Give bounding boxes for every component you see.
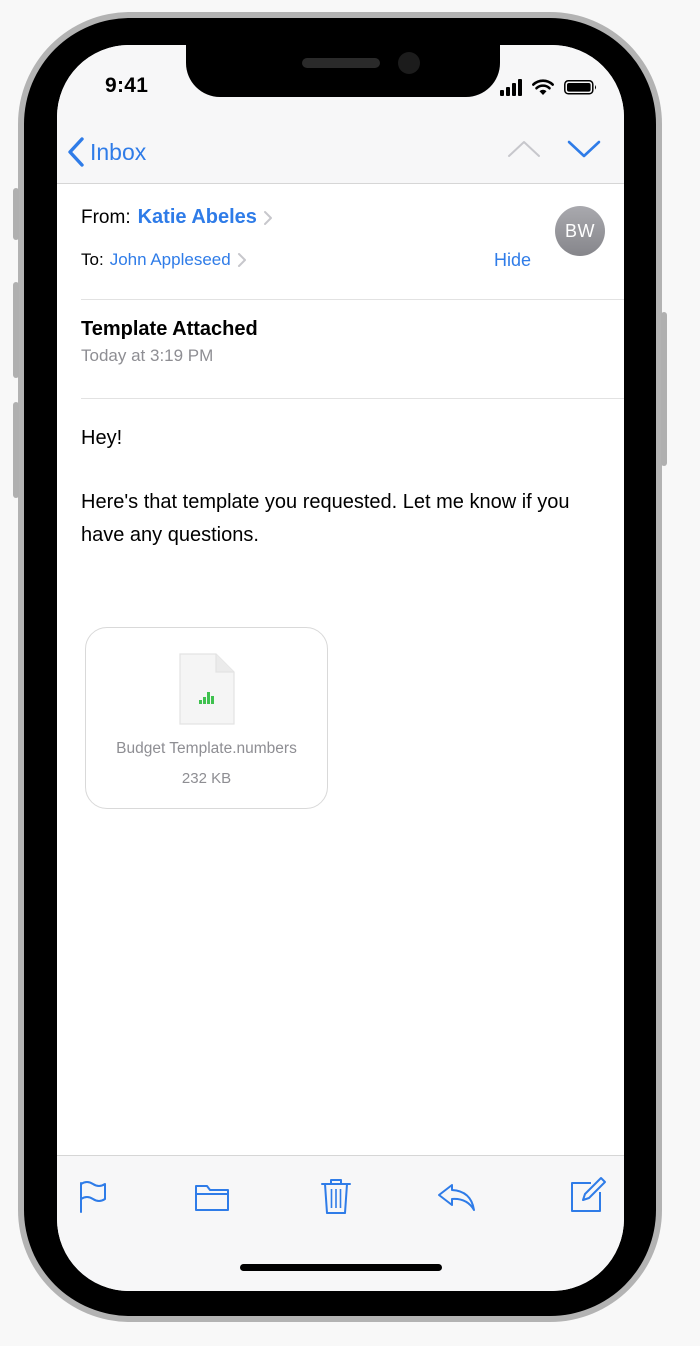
- hide-details-link[interactable]: Hide: [494, 250, 531, 271]
- from-label: From:: [81, 206, 131, 228]
- battery-icon: [564, 80, 596, 95]
- header-divider: [81, 299, 624, 300]
- folder-icon[interactable]: [194, 1180, 230, 1212]
- back-to-inbox-button[interactable]: Inbox: [67, 135, 146, 169]
- bottom-toolbar: [57, 1155, 624, 1291]
- chevron-right-icon: [263, 210, 272, 225]
- numbers-file-icon: [179, 653, 235, 725]
- navigation-bar: Inbox: [57, 97, 624, 184]
- attachment-file-size: 232 KB: [181, 770, 232, 787]
- reply-icon[interactable]: [437, 1182, 477, 1212]
- recipient-name[interactable]: John Appleseed: [110, 250, 231, 270]
- earpiece-speaker: [302, 58, 380, 68]
- previous-message-chevron-up-icon[interactable]: [507, 139, 541, 159]
- wifi-icon: [532, 79, 554, 95]
- flag-icon[interactable]: [77, 1180, 109, 1214]
- home-indicator[interactable]: [240, 1264, 442, 1271]
- sender-avatar[interactable]: BW: [555, 206, 605, 256]
- status-time: 9:41: [105, 74, 149, 97]
- message-greeting: Hey!: [81, 427, 123, 449]
- compose-icon[interactable]: [569, 1176, 607, 1214]
- to-row: To: John Appleseed: [81, 250, 247, 270]
- attachment-card[interactable]: Budget Template.numbers 232 KB: [85, 627, 328, 809]
- message-subject: Template Attached: [81, 318, 258, 340]
- chevron-right-icon: [237, 253, 246, 267]
- from-row: From: Katie Abeles: [81, 206, 273, 229]
- silent-switch: [13, 188, 19, 240]
- status-indicators: [500, 79, 596, 96]
- volume-down-button: [13, 402, 19, 498]
- volume-up-button: [13, 282, 19, 378]
- to-label: To:: [81, 250, 104, 269]
- cellular-signal-icon: [500, 79, 522, 96]
- back-label: Inbox: [90, 138, 147, 165]
- screen: 9:41 Inbox From: Katie Abeles To: John A…: [57, 45, 624, 1291]
- message-body: Here's that template you requested. Let …: [81, 491, 570, 546]
- next-message-chevron-down-icon[interactable]: [567, 139, 601, 159]
- subject-divider: [81, 398, 624, 399]
- power-button: [661, 312, 667, 466]
- front-camera: [398, 52, 420, 74]
- notch: [186, 45, 500, 97]
- attachment-file-name: Budget Template.numbers: [116, 740, 297, 757]
- chevron-left-icon: [68, 137, 84, 167]
- trash-icon[interactable]: [319, 1176, 353, 1216]
- message-date: Today at 3:19 PM: [81, 346, 214, 365]
- sender-name[interactable]: Katie Abeles: [138, 206, 257, 229]
